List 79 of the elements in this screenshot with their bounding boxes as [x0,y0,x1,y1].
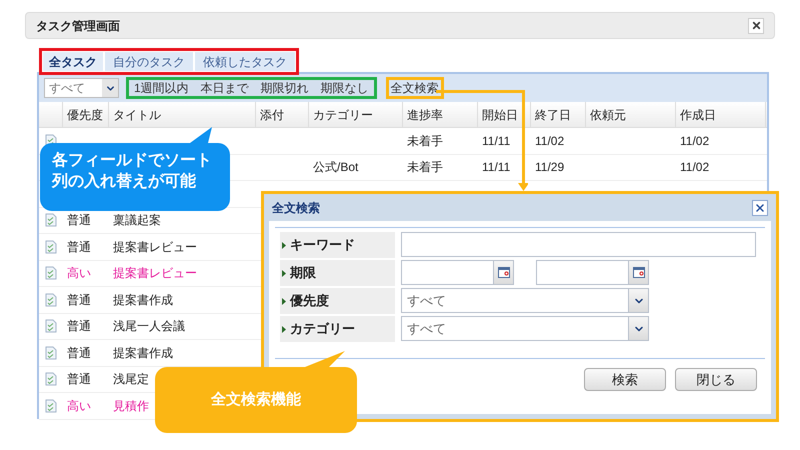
table-cell-text: 普通 [67,371,91,388]
column-header[interactable]: 作成日 [676,102,766,127]
table-cell-text: 浅尾一人会議 [113,318,185,336]
filter-button[interactable]: 本日まで [200,79,249,97]
document-icon [45,292,57,307]
table-cell-text: 見積作 [113,398,149,415]
close-button[interactable] [748,18,764,34]
column-header[interactable]: 進捗率 [403,102,478,127]
document-icon [45,213,57,228]
document-icon [45,398,57,413]
callout-text: 全文検索機能 [211,390,301,410]
document-icon [45,266,57,280]
filter-select[interactable]: すべて [44,78,119,98]
bullet-icon [282,270,286,276]
filter-button[interactable]: 期限切れ [260,79,309,97]
document-icon [45,346,57,360]
calendar-button[interactable] [493,261,513,284]
date-field[interactable] [536,260,649,285]
table-cell-text: 高い [67,398,91,415]
table-cell-text: 普通 [67,212,91,230]
column-header[interactable]: タイトル [109,102,256,127]
tab[interactable]: 自分のタスク [105,52,193,71]
table-cell-text: 稟議起案 [113,212,161,230]
column-header[interactable]: カテゴリー [309,102,403,127]
dialog-title: 全文検索 [272,200,320,216]
table-cell-text: 普通 [67,344,91,362]
document-icon [45,372,57,386]
document-icon [45,240,57,254]
window-title: タスク管理画面 [36,18,120,34]
dialog-button[interactable]: 検索 [584,368,666,391]
table-cell-text: 浅尾定 [113,371,149,388]
column-header[interactable]: 添付 [256,102,309,127]
table-cell-text: 提案書レビュー [113,265,197,282]
filter-button[interactable]: 期限なし [320,79,369,97]
table-cell-text: 11/11 [482,159,510,176]
table-cell-text: 提案書作成 [113,292,173,309]
calendar-icon [498,267,510,278]
table-cell-text: 未着手 [407,132,443,150]
bullet-icon [282,298,286,304]
table-cell-text: 普通 [67,238,91,256]
table-cell-text: 11/29 [535,159,564,176]
tab[interactable]: 依頼したタスク [195,52,295,71]
tab[interactable]: 全タスク [43,52,103,71]
calendar-button[interactable] [628,261,648,284]
field-label: 優先度 [280,288,395,314]
bullet-icon [282,242,286,248]
field-label: カテゴリー [280,316,395,342]
callout-text: 列の入れ替えが可能 [52,171,197,192]
filter-button[interactable]: 1週間以内 [134,79,189,97]
field-label: 期限 [280,260,395,286]
column-header[interactable]: 終了日 [531,102,586,127]
table-cell-text: 公式/Bot [313,159,358,176]
table-cell-text: 提案書作成 [113,344,173,362]
table-cell-text: 11/11 [482,132,510,150]
table-cell-text: 未着手 [407,159,443,176]
input-field[interactable] [401,232,756,257]
close-icon [750,20,762,31]
calendar-icon [632,267,644,278]
dialog-button[interactable]: 閉じる [675,368,757,391]
table-cell-text: 普通 [67,292,91,309]
bullet-icon [282,326,286,332]
table-cell-text: 11/02 [535,132,564,150]
table-cell-text: 普通 [67,318,91,336]
callout-text: 各フィールドでソート [52,150,212,171]
table-cell-text: 高い [67,265,91,282]
table-cell-text: 提案書レビュー [113,238,197,256]
table-cell-text: 11/02 [680,159,710,176]
close-button[interactable] [752,200,768,216]
select-field[interactable]: すべて [401,316,649,341]
close-icon [754,202,766,214]
field-label: キーワード [280,232,395,258]
column-header[interactable]: 優先度 [63,102,109,127]
table-cell-text: 11/02 [680,132,710,150]
select-field[interactable]: すべて [401,288,649,313]
column-header[interactable]: 開始日 [478,102,531,127]
date-field[interactable] [401,260,514,285]
column-header[interactable]: 依頼元 [586,102,676,127]
document-icon [45,319,57,334]
full-text-search-button[interactable]: 全文検索 [390,79,439,97]
